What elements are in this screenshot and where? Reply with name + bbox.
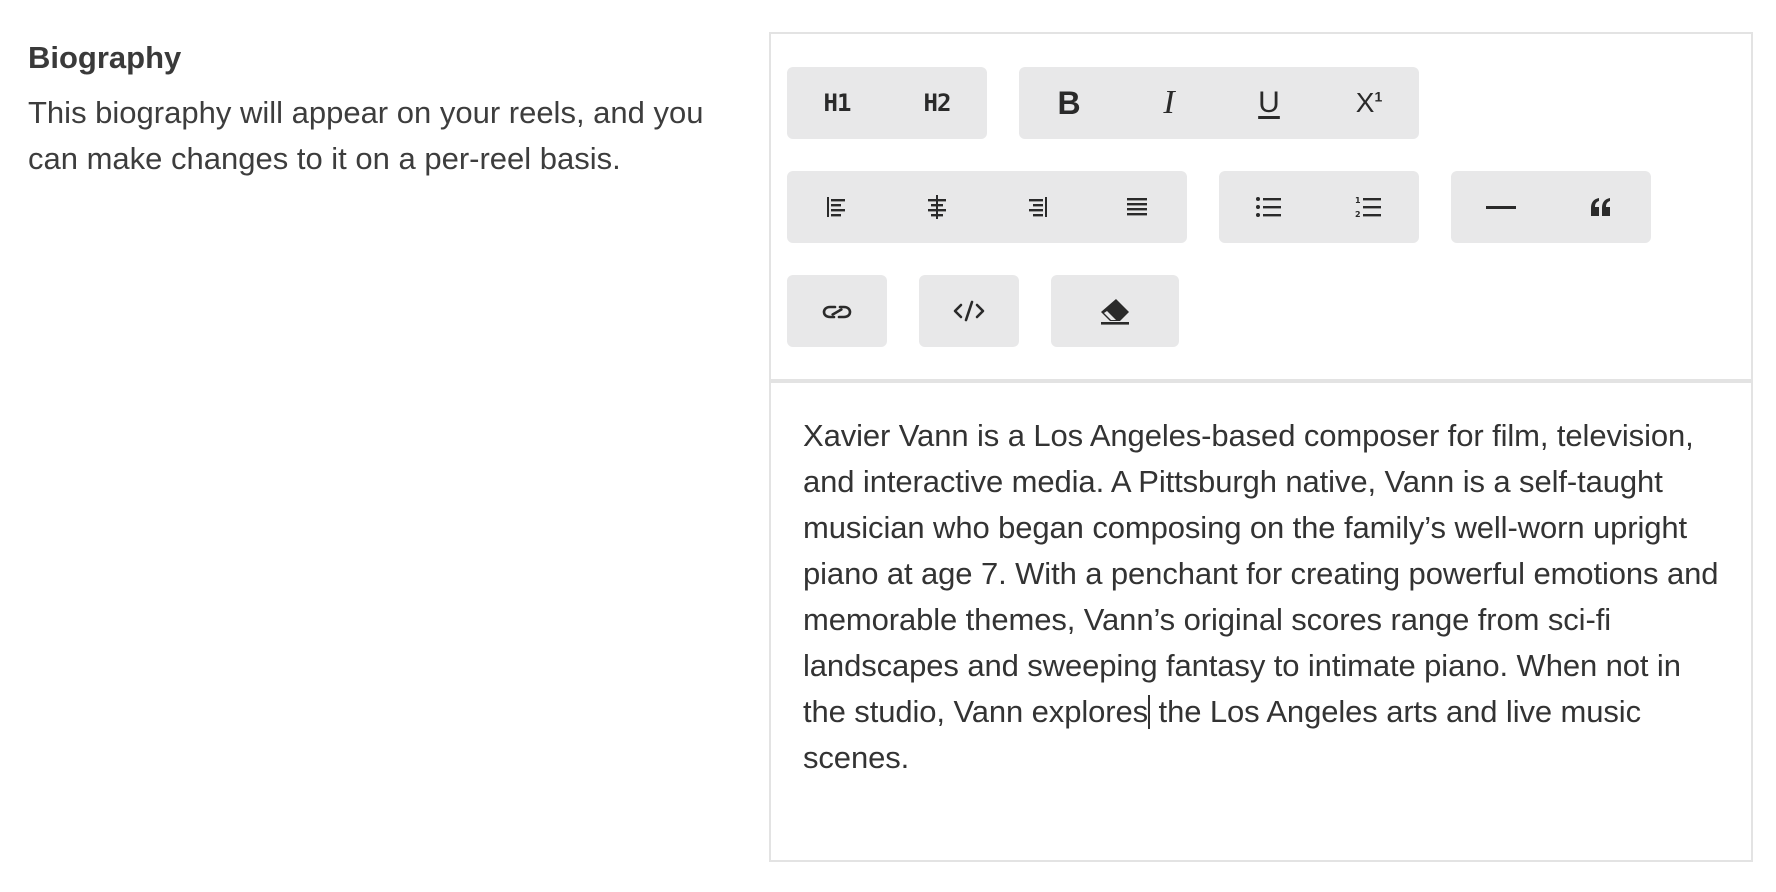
alignment-button-group	[787, 171, 1187, 243]
format-button-group: B I U X1	[1019, 67, 1419, 139]
heading-button-group: H1 H2	[787, 67, 987, 139]
editor-content[interactable]: Xavier Vann is a Los Angeles-based compo…	[771, 383, 1751, 781]
rich-text-editor: H1 H2 B I U X1 1 2 Xavier Vann is a Los …	[769, 32, 1753, 862]
horizontal-rule-button[interactable]	[1451, 171, 1551, 243]
link-icon	[822, 305, 852, 319]
underline-icon: U	[1258, 86, 1280, 119]
align-left-icon	[827, 197, 845, 217]
numbered-list-button[interactable]: 1 2	[1319, 171, 1419, 243]
superscript-icon: X1	[1356, 87, 1382, 119]
link-button-group	[787, 275, 887, 347]
text-before-cursor: Xavier Vann is a Los Angeles-based compo…	[803, 418, 1719, 729]
bullet-list-button[interactable]	[1219, 171, 1319, 243]
biography-text: Xavier Vann is a Los Angeles-based compo…	[803, 413, 1721, 781]
superscript-base: X	[1355, 87, 1375, 118]
align-left-button[interactable]	[787, 171, 887, 243]
bold-button[interactable]: B	[1019, 67, 1119, 139]
bold-icon: B	[1057, 84, 1081, 121]
align-right-button[interactable]	[987, 171, 1087, 243]
numbered-list-icon: 1 2	[1355, 196, 1381, 219]
section-description: This biography will appear on your reels…	[28, 95, 704, 176]
bullet-list-icon	[1256, 197, 1281, 217]
biography-intro: Biography This biography will appear on …	[28, 38, 728, 182]
svg-text:2: 2	[1355, 210, 1361, 219]
align-center-button[interactable]	[887, 171, 987, 243]
align-justify-icon	[1127, 198, 1147, 216]
code-icon	[953, 300, 985, 322]
blockquote-button[interactable]	[1551, 171, 1651, 243]
horizontal-rule-icon	[1486, 206, 1516, 209]
editor-toolbar: H1 H2 B I U X1 1 2	[771, 34, 1751, 383]
clear-format-button-group	[1051, 275, 1179, 347]
heading1-button[interactable]: H1	[787, 67, 887, 139]
superscript-button[interactable]: X1	[1319, 67, 1419, 139]
code-button[interactable]	[919, 275, 1019, 347]
link-button[interactable]	[787, 275, 887, 347]
block-button-group	[1451, 171, 1651, 243]
clear-formatting-button[interactable]	[1065, 275, 1165, 347]
superscript-mark: 1	[1374, 88, 1383, 105]
underline-button[interactable]: U	[1219, 67, 1319, 139]
align-right-icon	[1029, 197, 1047, 217]
heading1-label: H1	[823, 89, 852, 117]
section-title: Biography	[28, 40, 182, 75]
biography-section: Biography This biography will appear on …	[0, 0, 1776, 892]
svg-text:1: 1	[1355, 196, 1361, 205]
list-button-group: 1 2	[1219, 171, 1419, 243]
align-justify-button[interactable]	[1087, 171, 1187, 243]
code-button-group	[919, 275, 1019, 347]
italic-button[interactable]: I	[1119, 67, 1219, 139]
align-center-icon	[928, 195, 946, 219]
blockquote-icon	[1591, 198, 1610, 216]
heading2-label: H2	[923, 89, 952, 117]
italic-icon: I	[1163, 84, 1175, 121]
heading2-button[interactable]: H2	[887, 67, 987, 139]
eraser-icon	[1101, 299, 1129, 325]
